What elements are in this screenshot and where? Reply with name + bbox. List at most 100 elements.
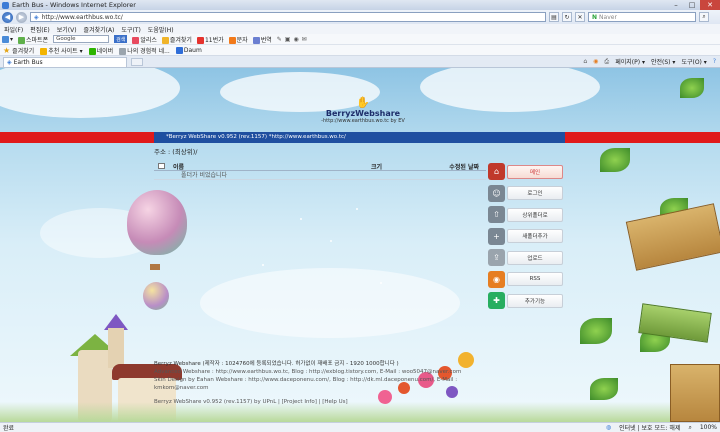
help-icon[interactable]: ? — [713, 58, 716, 65]
minimize-button[interactable]: – — [668, 0, 684, 10]
tab-earth-bus[interactable]: ◈ Earth Bus — [3, 56, 127, 67]
ie-icon — [2, 1, 9, 9]
user-icon: ☺ — [488, 184, 505, 202]
command-tools[interactable]: 도구(O) ▾ — [681, 57, 706, 66]
balloon-basket — [150, 264, 160, 270]
forward-button[interactable]: ▶ — [16, 11, 27, 23]
address-toolbar: ◀ ▶ ◈ http://www.earthbus.wo.tc/ ▤ ↻ ✕ N… — [0, 10, 720, 24]
compat-view-icon[interactable]: ▤ — [549, 12, 559, 22]
rss-icon: ◉ — [488, 270, 505, 288]
search-icon[interactable]: ⌕ — [699, 12, 709, 22]
logo-url: -http://www.earthbus.wo.tc by EV — [321, 118, 405, 124]
google-search-button[interactable]: 검색 — [114, 35, 128, 43]
wooden-sign — [625, 203, 720, 271]
side-menu-addons[interactable]: ✚ 추가기능 — [488, 292, 563, 309]
toolbar-tool-icons[interactable]: ✎▣◉✉ — [277, 36, 310, 43]
logo-brand: BerryzWebshare — [325, 109, 401, 118]
leaf — [580, 318, 612, 344]
footer-line-2: Advanced Webshare : http://www.earthbus.… — [154, 369, 462, 375]
beanstalk-illustration — [580, 78, 720, 422]
menu-view[interactable]: 보기(V) — [57, 25, 77, 34]
toolbar-item-11st[interactable]: 11번가 — [196, 35, 224, 44]
command-page[interactable]: 페이지(P) ▾ — [615, 57, 645, 66]
column-date[interactable]: 수정된 날짜 — [419, 162, 479, 171]
menu-tools[interactable]: 도구(T) — [121, 25, 140, 34]
command-safety[interactable]: 안전(S) ▾ — [651, 57, 675, 66]
favorites-bar: ★ 즐겨찾기 추천 사이트 ▾ 네이버 나의 경험적 네... Daum — [0, 45, 720, 56]
hot-air-balloon-large — [127, 190, 187, 255]
fav-daum[interactable]: Daum — [175, 46, 202, 54]
castle-tower — [108, 328, 124, 368]
menu-bar: 파일(F) 편집(E) 보기(V) 즐겨찾기(A) 도구(T) 도움말(H) — [0, 24, 720, 34]
fav-blog[interactable]: 나의 경험적 네... — [119, 46, 170, 55]
zoom-level[interactable]: 100% — [700, 424, 717, 431]
search-placeholder: Naver — [599, 13, 617, 21]
page-viewport: ✋ BerryzWebshare -http://www.earthbus.wo… — [0, 68, 720, 422]
toolbar-item-favorites[interactable]: 즐겨찾기 — [161, 35, 192, 44]
side-menu-main[interactable]: ⌂ 메인 — [488, 163, 563, 180]
sparkle-decoration — [356, 208, 358, 210]
menu-file[interactable]: 파일(F) — [4, 25, 23, 34]
side-menu-login[interactable]: ☺ 로그인 — [488, 184, 563, 202]
footer-line-4[interactable]: Berryz WebShare v0.952 (rev.1157) by UPn… — [154, 398, 494, 406]
menu-help[interactable]: 도움말(H) — [148, 25, 174, 34]
side-menu-parent-folder[interactable]: ⇧ 상위폴더로 — [488, 206, 563, 223]
command-bar: ⌂ ◉ ⎙ 페이지(P) ▾ 안전(S) ▾ 도구(O) ▾ ? — [583, 57, 720, 67]
toolbar-item-sms[interactable]: 문자 — [228, 35, 248, 44]
side-menu-rss[interactable]: ◉ RSS — [488, 270, 563, 288]
search-input[interactable]: N Naver — [588, 12, 696, 22]
file-list-header: 이름 크기 수정된 날짜 — [154, 162, 486, 171]
close-button[interactable]: ✕ — [700, 0, 720, 10]
info-bar-text: *Berryz WebShare v0.952 (rev.1157) *http… — [166, 134, 346, 140]
toolbar-item-translate[interactable]: 번역 — [252, 35, 272, 44]
cloud-decoration — [200, 268, 460, 338]
globe-icon: ◍ — [605, 424, 612, 431]
fav-naver[interactable]: 네이버 — [88, 46, 113, 55]
feeds-icon[interactable]: ◉ — [593, 58, 598, 65]
address-url: http://www.earthbus.wo.tc/ — [41, 13, 123, 21]
tab-bar: ◈ Earth Bus ⌂ ◉ ⎙ 페이지(P) ▾ 안전(S) ▾ 도구(O)… — [0, 56, 720, 68]
window-title: Earth Bus - Windows Internet Explorer — [12, 1, 136, 9]
info-bar-red-left — [0, 132, 154, 143]
maximize-button[interactable]: □ — [684, 0, 700, 10]
window-controls: – □ ✕ — [668, 0, 720, 10]
select-all-checkbox[interactable] — [158, 163, 165, 169]
page-footer: Berryz Webshare (제작자 : 1024760에 등록되었습니다.… — [154, 360, 494, 406]
back-button[interactable]: ◀ — [2, 11, 13, 23]
google-search-input[interactable]: Google — [53, 35, 110, 43]
tab-page-icon: ◈ — [7, 58, 12, 66]
home-icon: ⌂ — [488, 163, 505, 180]
status-bar: 완료 ◍ 인터넷 | 보호 모드: 해제 ⌕ 100% — [0, 422, 720, 432]
cloud-decoration — [420, 68, 600, 112]
leaf — [680, 78, 704, 98]
menu-edit[interactable]: 편집(E) — [30, 25, 50, 34]
file-browser: 주소 : (최상위)/ 이름 크기 수정된 날짜 폴더가 비었습니다 — [154, 146, 486, 180]
site-logo[interactable]: ✋ BerryzWebshare -http://www.earthbus.wo… — [318, 96, 408, 124]
star-icon: ★ — [3, 45, 11, 55]
new-tab-button[interactable] — [131, 57, 143, 66]
refresh-icon[interactable]: ↻ — [562, 12, 572, 22]
menu-favorites[interactable]: 즐겨찾기(A) — [84, 25, 115, 34]
address-input[interactable]: ◈ http://www.earthbus.wo.tc/ — [30, 12, 546, 22]
stop-icon[interactable]: ✕ — [575, 12, 585, 22]
column-name[interactable]: 이름 — [173, 162, 371, 171]
print-icon[interactable]: ⎙ — [604, 58, 609, 66]
toolbar-menu-icon[interactable]: ▾ — [2, 35, 13, 43]
toolbar-item-alice[interactable]: 알리스 — [132, 35, 157, 44]
fav-recommended[interactable]: 추천 사이트 ▾ — [40, 46, 83, 55]
sparkle-decoration — [330, 240, 332, 242]
footer-line-3: Skin Design by Eahan Webshare : http://w… — [154, 377, 458, 391]
wooden-sign — [670, 364, 720, 422]
home-icon-toolbar[interactable]: ⌂ — [583, 58, 587, 65]
zoom-icon: ⌕ — [688, 423, 692, 431]
sparkle-decoration — [262, 264, 264, 266]
side-menu-upload[interactable]: ⇪ 업로드 — [488, 249, 563, 266]
favorites-button[interactable]: ★ 즐겨찾기 — [3, 46, 34, 55]
smartphone-button[interactable]: 스마트폰 — [18, 35, 48, 44]
folder-up-icon: ⇧ — [488, 206, 505, 223]
side-menu-new-folder[interactable]: + 새폴더추가 — [488, 227, 563, 245]
naver-icon: N — [592, 13, 598, 21]
status-right: ◍ 인터넷 | 보호 모드: 해제 ⌕ 100% — [606, 423, 717, 432]
column-size[interactable]: 크기 — [371, 162, 419, 171]
security-zone[interactable]: 인터넷 | 보호 모드: 해제 — [619, 423, 680, 432]
